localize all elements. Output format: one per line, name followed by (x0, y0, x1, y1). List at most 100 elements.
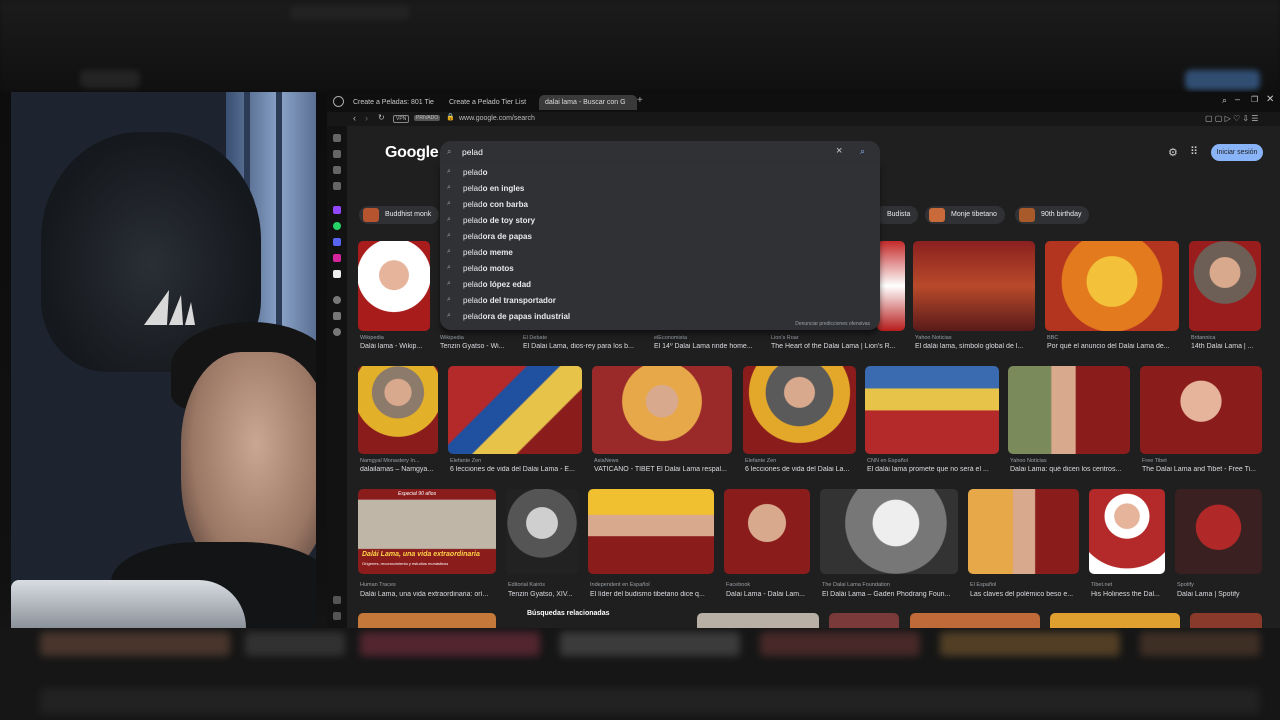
extensions-icons[interactable]: ▢ ▢ ▷ ♡ ⇩ ☰ (1205, 114, 1258, 123)
suggestion-item[interactable]: ⌕ pelado meme (440, 245, 880, 261)
image-result-19[interactable] (724, 489, 810, 574)
image-result-20[interactable] (820, 489, 958, 574)
clear-search-icon[interactable]: × (836, 145, 842, 157)
sidebar-speed-dial-icon[interactable] (333, 134, 341, 142)
vpn-badge[interactable]: VPN (393, 115, 410, 123)
image-caption[interactable]: Las claves del polémico beso e... (970, 591, 1079, 598)
tab-3-active[interactable]: dalai lama - Buscar con G (539, 95, 637, 110)
image-result-28[interactable] (1050, 613, 1180, 628)
image-caption[interactable]: VATICANO - TÍBET El Dalai Lama respal... (594, 466, 734, 473)
search-tabs-icon[interactable]: ⌕ (1222, 95, 1227, 106)
image-caption[interactable]: El Dalái Lama – Gaden Phodrang Foun... (822, 591, 958, 598)
suggestion-item[interactable]: ⌕ pelado (440, 165, 880, 181)
minimize-icon[interactable]: – (1235, 94, 1240, 104)
image-caption[interactable]: Tenzin Gyatso - Wi... (440, 343, 510, 350)
suggestion-item[interactable]: ⌕ pelado en ingles (440, 181, 880, 197)
image-caption[interactable]: His Holiness the Dal... (1091, 591, 1167, 598)
forward-icon[interactable]: › (365, 113, 368, 123)
image-result-14[interactable] (1008, 366, 1130, 454)
image-caption[interactable]: dalailamas – Namgya... (360, 466, 438, 473)
search-box[interactable]: ⌕ pelad × ⌕ (440, 141, 880, 163)
sidebar-discord-icon[interactable] (333, 238, 341, 246)
browser-menu-icon[interactable] (333, 96, 344, 107)
sidebar-menu-icon[interactable] (333, 612, 341, 620)
sidebar-tiktok-icon[interactable] (333, 270, 341, 278)
sidebar-cube-icon[interactable] (333, 312, 341, 320)
image-result-26[interactable] (829, 613, 899, 628)
suggestion-item[interactable]: ⌕ peladora de papas (440, 229, 880, 245)
image-result-27[interactable] (910, 613, 1040, 628)
sidebar-twitch-icon[interactable] (333, 206, 341, 214)
search-input[interactable]: pelad (462, 147, 483, 157)
image-caption[interactable]: The Dalai Lama and Tibet - Free Ti... (1142, 466, 1264, 473)
tab-1[interactable]: Create a Peladas: 801 Tie (347, 95, 441, 110)
suggestion-item[interactable]: ⌕ pelado con barba (440, 197, 880, 213)
sidebar-whatsapp-icon[interactable] (333, 222, 341, 230)
image-caption[interactable]: Dalai Lama | Spotify (1177, 591, 1262, 598)
tab-2[interactable]: Create a Pelado Tier List (443, 95, 537, 110)
image-result-18[interactable] (588, 489, 714, 574)
image-caption[interactable]: El dalái lama promete que no será el ... (867, 466, 1001, 473)
image-caption[interactable]: Dalái lama - Wikip... (360, 343, 430, 350)
image-result-24[interactable] (358, 613, 496, 628)
suggestion-item[interactable]: ⌕ pelado lópez edad (440, 277, 880, 293)
related-searches-heading[interactable]: Búsquedas relacionadas (523, 608, 614, 619)
image-result-10[interactable] (448, 366, 582, 454)
url-text[interactable]: www.google.com/search (459, 115, 535, 122)
suggestion-item[interactable]: ⌕ pelado de toy story (440, 213, 880, 229)
image-caption[interactable]: Dalái Lama, una vida extraordinaria: orí… (360, 591, 496, 598)
image-caption[interactable]: 6 lecciones de vida del Dalai La... (745, 466, 858, 473)
sidebar-settings-icon[interactable] (333, 328, 341, 336)
image-result-22[interactable] (1089, 489, 1165, 574)
new-tab-icon[interactable]: + (637, 95, 643, 106)
image-caption[interactable]: Dalai Lama - Dalai Lam... (726, 591, 812, 598)
image-caption[interactable]: El líder del budismo tibetano dice q... (590, 591, 714, 598)
image-result-9[interactable] (358, 366, 438, 454)
sign-in-button[interactable]: Iniciar sesión (1211, 144, 1263, 161)
image-caption[interactable]: El Dalai Lama, dios-rey para los b... (523, 343, 645, 350)
sidebar-bag-icon[interactable] (333, 150, 341, 158)
image-result-13[interactable] (865, 366, 999, 454)
image-caption[interactable]: Dalai Lama: qué dicen los centros... (1010, 466, 1132, 473)
chip-90th-birthday[interactable]: 90th birthday (1015, 206, 1090, 224)
image-result-11[interactable] (592, 366, 732, 454)
image-result-17[interactable] (506, 489, 578, 574)
suggestion-item[interactable]: ⌕ pelado motos (440, 261, 880, 277)
close-window-icon[interactable]: ✕ (1266, 94, 1274, 105)
image-caption[interactable]: The Heart of the Dalai Lama | Lion's R..… (771, 343, 903, 350)
image-result-12[interactable] (743, 366, 856, 454)
image-caption[interactable]: El dalái lama, símbolo global de l... (915, 343, 1035, 350)
image-result-21[interactable] (968, 489, 1079, 574)
chip-budista[interactable]: Budista (875, 206, 919, 224)
image-result-15[interactable] (1140, 366, 1262, 454)
image-result-25[interactable] (697, 613, 819, 628)
suggestion-item[interactable]: ⌕ pelado del transportador (440, 293, 880, 309)
image-result-29[interactable] (1190, 613, 1262, 628)
image-caption[interactable]: 14th Dalai Lama | ... (1191, 343, 1263, 350)
image-result-1[interactable] (358, 241, 430, 331)
settings-gear-icon[interactable]: ⚙ (1168, 146, 1178, 159)
image-caption[interactable]: Tenzin Gyatso, XIV... (508, 591, 578, 598)
sidebar-chat-icon[interactable] (333, 166, 341, 174)
image-result-5[interactable] (877, 241, 905, 331)
chip-buddhist-monk[interactable]: Buddhist monk (359, 206, 440, 224)
reload-icon[interactable]: ↻ (378, 113, 385, 122)
report-predictions-link[interactable]: Denunciar predicciones ofensivas (795, 321, 870, 327)
sidebar-player-icon[interactable] (333, 182, 341, 190)
back-icon[interactable]: ‹ (353, 113, 356, 123)
image-result-6[interactable] (913, 241, 1035, 331)
google-logo[interactable]: Google (385, 144, 439, 162)
image-caption[interactable]: El 14º Dalai Lama rinde home... (654, 343, 764, 350)
chip-monje-tibetano[interactable]: Monje tibetano (925, 206, 1005, 224)
image-caption[interactable]: 6 lecciones de vida del Dalai Lama - E..… (450, 466, 582, 473)
sidebar-instagram-icon[interactable] (333, 254, 341, 262)
apps-grid-icon[interactable]: ⠿ (1190, 145, 1198, 158)
sidebar-more-icon[interactable] (333, 596, 341, 604)
search-submit-icon[interactable]: ⌕ (860, 146, 865, 157)
sidebar-clock-icon[interactable] (333, 296, 341, 304)
image-caption[interactable]: Por qué el anuncio del Dalai Lama de... (1047, 343, 1181, 350)
image-result-23[interactable] (1175, 489, 1262, 574)
maximize-icon[interactable]: ❐ (1251, 95, 1258, 104)
image-result-8[interactable] (1189, 241, 1261, 331)
image-result-16[interactable]: Especial 90 años Dalái Lama, una vida ex… (358, 489, 496, 574)
